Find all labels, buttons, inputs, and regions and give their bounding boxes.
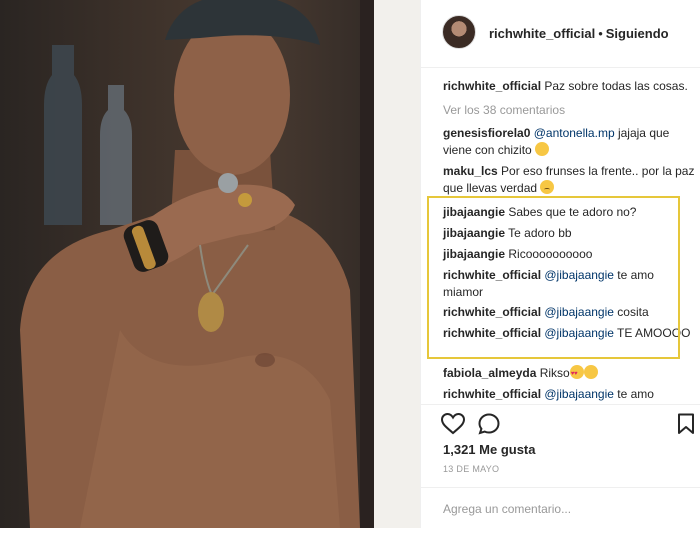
chest-detail <box>255 353 275 367</box>
sad-face-emoji-icon <box>540 180 555 194</box>
comment-username[interactable]: genesisfiorela0 <box>443 126 530 140</box>
likes-count[interactable]: 1,321 Me gusta <box>443 442 536 457</box>
door-shadow <box>360 0 374 528</box>
post-actions: 1,321 Me gusta 13 DE MAYO Agrega un come… <box>421 404 700 535</box>
comment-username[interactable]: maku_lcs <box>443 164 498 178</box>
comment-icon[interactable] <box>478 413 500 435</box>
follow-status[interactable]: Siguiendo <box>606 26 669 41</box>
post-photo-illustration <box>20 0 420 528</box>
laughing-crying-emoji-icon <box>535 142 550 156</box>
door-frame <box>372 0 420 528</box>
caption: richwhite_official Paz sobre todas las c… <box>443 78 695 95</box>
comment-username[interactable]: richwhite_official <box>443 387 541 401</box>
comment-text: Rikso <box>539 366 570 380</box>
comment-text: te amo <box>613 387 654 401</box>
instagram-post: richwhite_official • Siguiendo richwhite_o… <box>0 0 700 528</box>
ring-shape <box>238 193 252 207</box>
highlight-box <box>427 196 680 359</box>
comment-mention[interactable]: @jibajaangie <box>544 387 614 401</box>
add-comment-placeholder[interactable]: Agrega un comentario... <box>443 502 571 516</box>
bookmark-icon[interactable] <box>677 413 695 435</box>
header-separator: • <box>598 26 603 41</box>
comment-mention[interactable]: @antonella.mp <box>534 126 615 140</box>
header-line: richwhite_official • Siguiendo <box>489 26 669 41</box>
add-comment-field[interactable]: Agrega un comentario... <box>421 487 700 530</box>
view-all-comments-link[interactable]: Ver los 38 comentarios <box>443 102 695 119</box>
heart-eyes-emoji-icon <box>569 365 584 383</box>
list-item: maku_lcs Por eso frunses la frente.. por… <box>443 163 695 197</box>
list-item: richwhite_official @jibajaangie te amo <box>443 386 695 403</box>
list-item: fabiola_almeyda Rikso <box>443 365 695 383</box>
avatar[interactable] <box>442 15 476 49</box>
bottle-shape <box>44 45 82 225</box>
caption-text: Paz sobre todas las cosas. <box>544 79 688 93</box>
post-date: 13 DE MAYO <box>443 464 500 474</box>
header-username[interactable]: richwhite_official <box>489 26 595 41</box>
post-photo[interactable] <box>0 0 420 528</box>
face-shape <box>174 15 290 175</box>
pendant-shape <box>198 292 224 332</box>
ring-shape <box>218 173 238 193</box>
post-header: richwhite_official • Siguiendo <box>421 0 700 68</box>
caption-username[interactable]: richwhite_official <box>443 79 541 93</box>
bottle-shape <box>100 85 132 225</box>
list-item: genesisfiorela0 @antonella.mp jajaja que… <box>443 125 695 159</box>
winking-emoji-icon <box>583 365 598 379</box>
comment-username[interactable]: fabiola_almeyda <box>443 366 536 380</box>
heart-icon[interactable] <box>441 413 465 435</box>
